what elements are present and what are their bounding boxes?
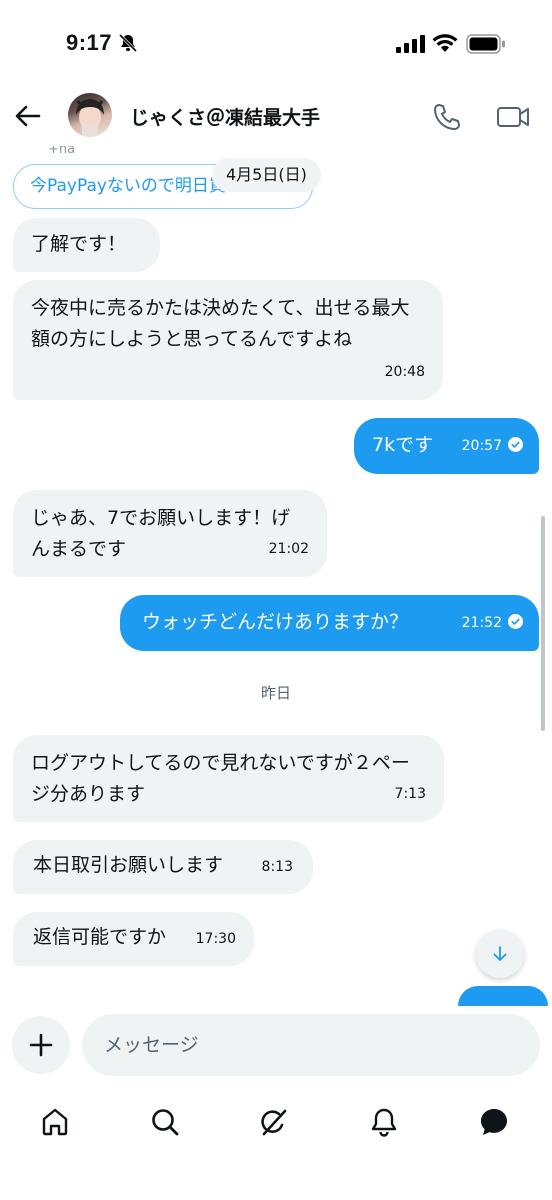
check-icon	[508, 437, 523, 452]
conversation-header: じゃくさ＠凍結最大手	[0, 88, 552, 146]
message-bubble-outgoing-partial[interactable]	[458, 986, 548, 1006]
mute-icon	[118, 33, 138, 53]
message-input[interactable]	[82, 1014, 540, 1076]
message-time: 21:02	[268, 541, 309, 557]
status-time: 9:17	[66, 30, 113, 55]
back-icon[interactable]	[14, 102, 42, 130]
message-text: 了解です！	[31, 233, 127, 255]
message-time-wrap: 21:52	[462, 608, 523, 639]
message-list[interactable]: +ha 今PayPayないので明日買います 4月5日(日) 了解です！ 今夜中に…	[0, 146, 552, 1006]
wifi-icon	[432, 34, 458, 52]
avatar[interactable]	[68, 93, 112, 137]
message-time: 8:13	[261, 859, 293, 875]
message-bubble-incoming[interactable]: 本日取引お願いします 8:13	[13, 840, 313, 894]
arrow-down-icon	[493, 946, 507, 961]
signal-icon	[396, 35, 425, 53]
nav-search[interactable]	[145, 1102, 185, 1142]
message-bubble-incoming[interactable]: 返信可能ですか 17:30	[13, 912, 254, 966]
nav-messages[interactable]	[474, 1102, 514, 1142]
message-text: じゃあ、7でお願いします！げんまるです	[31, 507, 291, 560]
message-time-wrap: 20:57	[462, 431, 523, 462]
home-icon	[42, 1108, 68, 1136]
scrollbar[interactable]	[541, 516, 545, 731]
message-time: 20:57	[461, 438, 502, 454]
grok-icon	[261, 1109, 287, 1136]
conversation-title[interactable]: じゃくさ＠凍結最大手	[130, 103, 320, 130]
scroll-to-bottom-button[interactable]	[476, 930, 524, 978]
date-chip: 4月5日(日)	[212, 158, 321, 192]
phone-icon[interactable]	[432, 102, 462, 132]
message-bubble-outgoing[interactable]: 7kです 20:57	[354, 418, 539, 474]
message-bubble-outgoing[interactable]: ウォッチどんだけありますか？ 21:52	[120, 595, 539, 651]
message-bubble-incoming[interactable]: じゃあ、7でお願いします！げんまるです 21:02	[13, 490, 327, 577]
message-time: 7:13	[394, 786, 426, 802]
composer	[0, 1006, 552, 1082]
nav-notifications[interactable]	[364, 1102, 404, 1142]
partial-label: +ha	[48, 146, 76, 157]
battery-icon	[466, 34, 505, 54]
message-bubble-incoming[interactable]: 今夜中に売るかたは決めたくて、出せる最大額の方にしようと思ってるんですよね 20…	[13, 280, 443, 400]
nav-grok[interactable]	[254, 1102, 294, 1142]
bottom-nav	[0, 1082, 552, 1200]
avatar-image	[76, 99, 104, 137]
message-text: 返信可能ですか	[33, 926, 167, 948]
message-time: 20:48	[384, 364, 425, 380]
video-icon[interactable]	[496, 103, 530, 131]
status-bar: 9:17	[0, 0, 552, 92]
message-text: 7kです	[372, 434, 434, 456]
message-time: 17:30	[195, 931, 236, 947]
message-bubble-incoming[interactable]: ログアウトしてるので見れないですが２ページ分あります 7:13	[13, 735, 444, 822]
day-separator: 昨日	[260, 684, 291, 702]
add-media-button[interactable]	[12, 1016, 70, 1074]
message-text: 今夜中に売るかたは決めたくて、出せる最大額の方にしようと思ってるんですよね	[31, 297, 410, 350]
messages-icon	[481, 1109, 507, 1135]
message-text: 本日取引お願いします	[33, 854, 224, 876]
check-icon	[508, 614, 523, 629]
message-bubble-incoming[interactable]: 了解です！	[13, 218, 160, 272]
message-text: ログアウトしてるので見れないですが２ページ分あります	[31, 752, 410, 805]
nav-home[interactable]	[35, 1102, 75, 1142]
search-icon	[152, 1109, 179, 1136]
bell-icon	[371, 1108, 397, 1137]
message-text: ウォッチどんだけありますか？	[142, 611, 409, 633]
plus-icon	[29, 1033, 53, 1057]
message-time: 21:52	[461, 615, 502, 631]
